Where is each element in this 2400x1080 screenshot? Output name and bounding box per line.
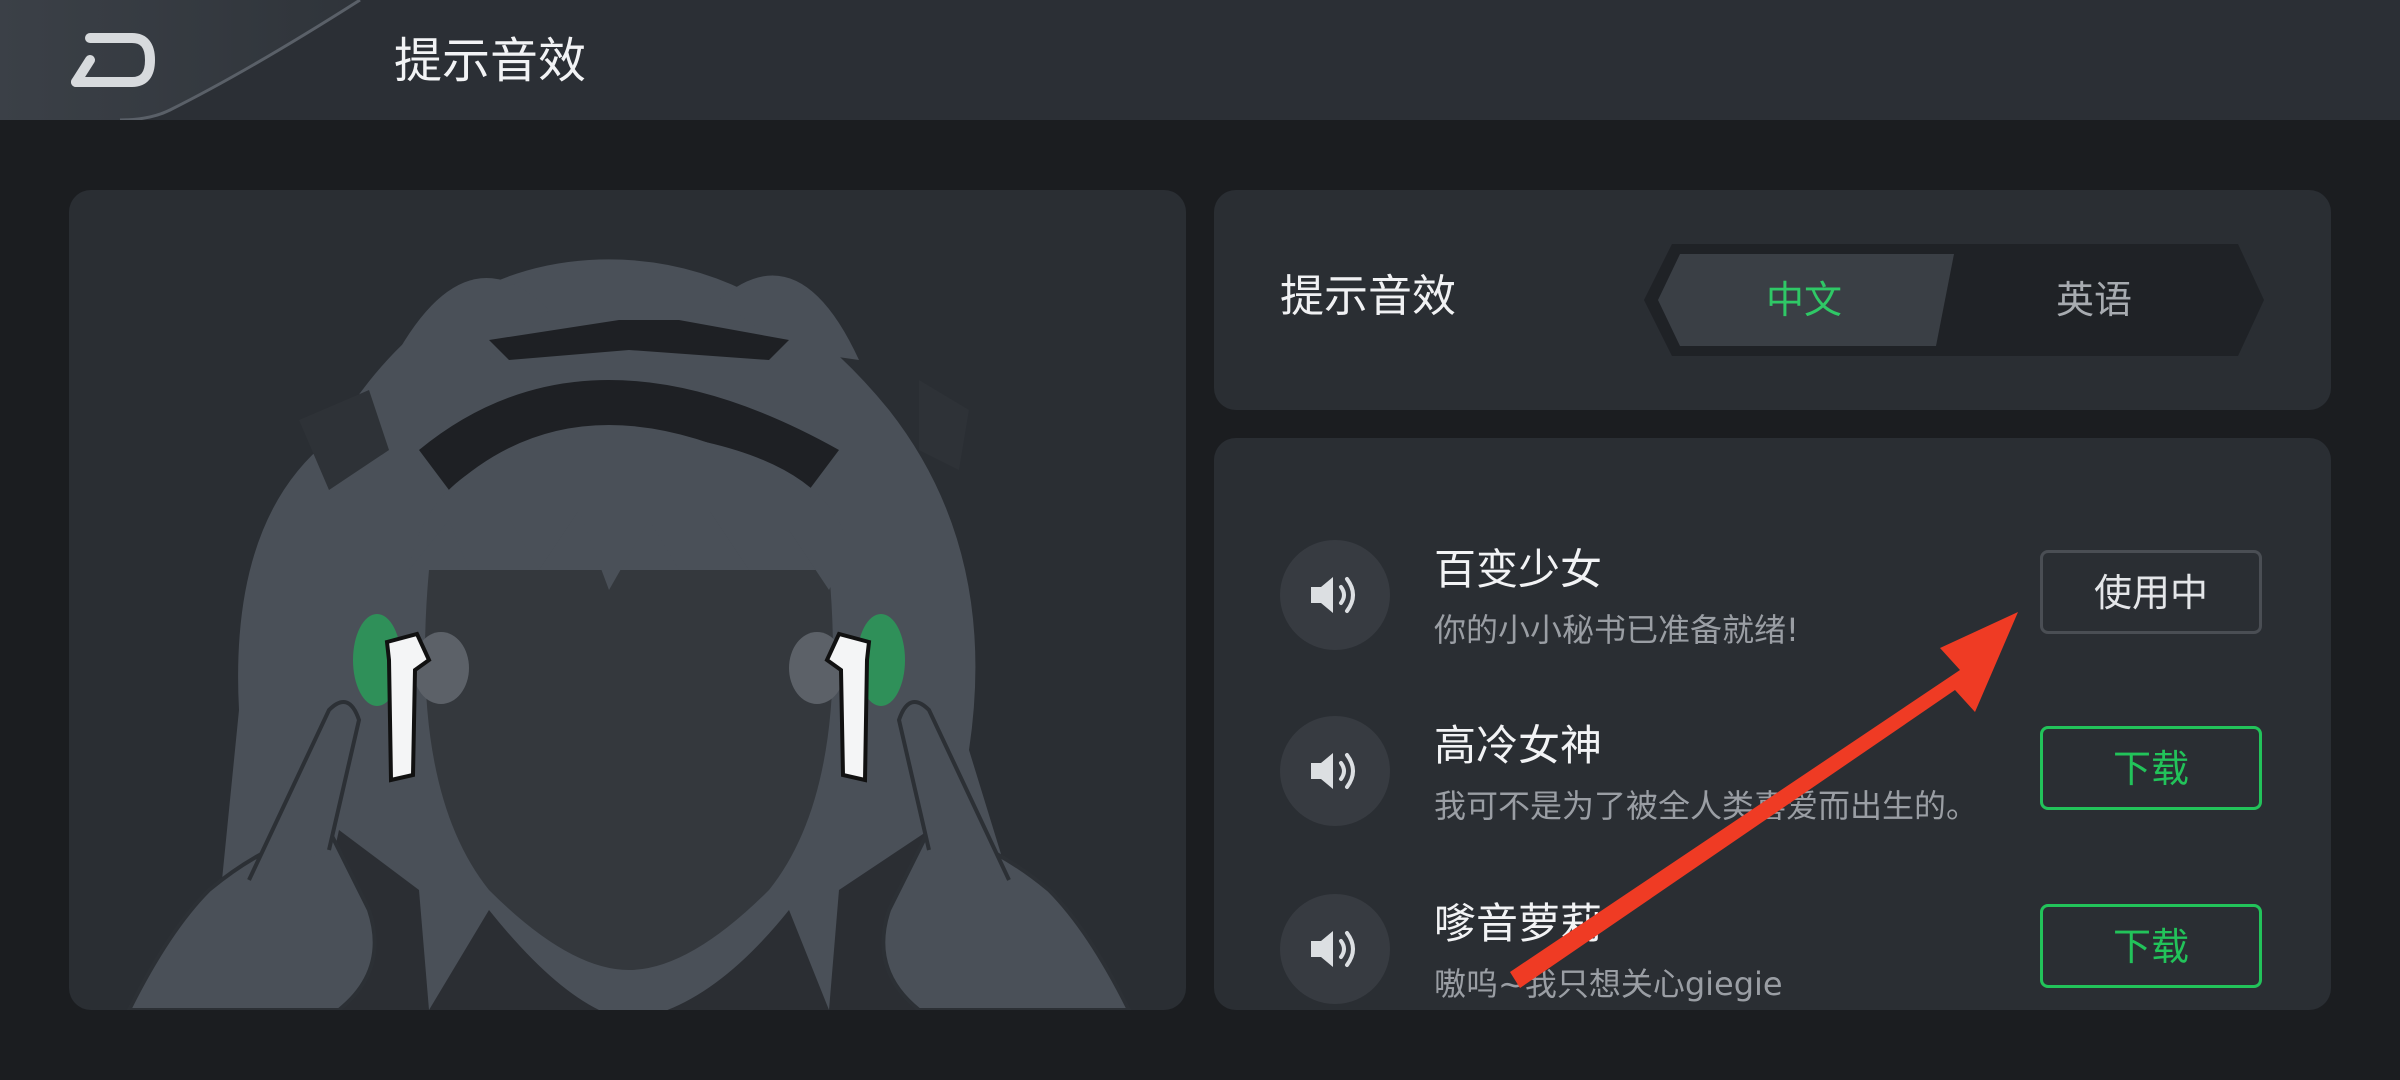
illustration-panel (69, 190, 1186, 1010)
sound-title: 百变少女 (1434, 545, 1603, 594)
sound-title: 高冷女神 (1434, 721, 1603, 770)
top-bar: 提示音效 (0, 0, 2400, 120)
back-button[interactable] (70, 30, 160, 90)
preview-play-button[interactable] (1280, 894, 1390, 1004)
sound-item: 百变少女 你的小小秘书已准备就绪! 使用中 (1214, 520, 2331, 670)
tab-english[interactable]: 英语 (1974, 244, 2214, 356)
sound-description: 嗷呜~我只想关心giegie (1434, 965, 1783, 1003)
preview-play-button[interactable] (1280, 716, 1390, 826)
sound-description: 你的小小秘书已准备就绪! (1434, 611, 1799, 649)
back-tab-shape (0, 0, 361, 120)
speaker-icon (1311, 931, 1355, 967)
girl-with-earbuds-illustration (126, 259, 1132, 1010)
language-segmented-control: 中文 英语 (1644, 244, 2264, 356)
download-button[interactable]: 下载 (2040, 726, 2262, 810)
download-button[interactable]: 下载 (2040, 904, 2262, 988)
sound-item: 高冷女神 我可不是为了被全人类喜爱而出生的。 下载 (1214, 696, 2331, 846)
speaker-icon (1311, 577, 1355, 613)
tab-chinese[interactable]: 中文 (1684, 244, 1924, 356)
language-card: 提示音效 中文 英语 (1214, 190, 2331, 410)
sound-list-card: 百变少女 你的小小秘书已准备就绪! 使用中 高冷女神 我可不是为了被全人类喜爱而… (1214, 438, 2331, 1010)
back-arrow-icon (71, 33, 156, 87)
speaker-icon (1311, 753, 1355, 789)
sound-item: 嗲音萝莉 嗷呜~我只想关心giegie 下载 (1214, 874, 2331, 1010)
in-use-button[interactable]: 使用中 (2040, 550, 2262, 634)
page-title: 提示音效 (394, 33, 587, 89)
language-card-title: 提示音效 (1280, 271, 1456, 322)
preview-play-button[interactable] (1280, 540, 1390, 650)
sound-title: 嗲音萝莉 (1434, 899, 1603, 948)
sound-description: 我可不是为了被全人类喜爱而出生的。 (1434, 787, 1979, 825)
